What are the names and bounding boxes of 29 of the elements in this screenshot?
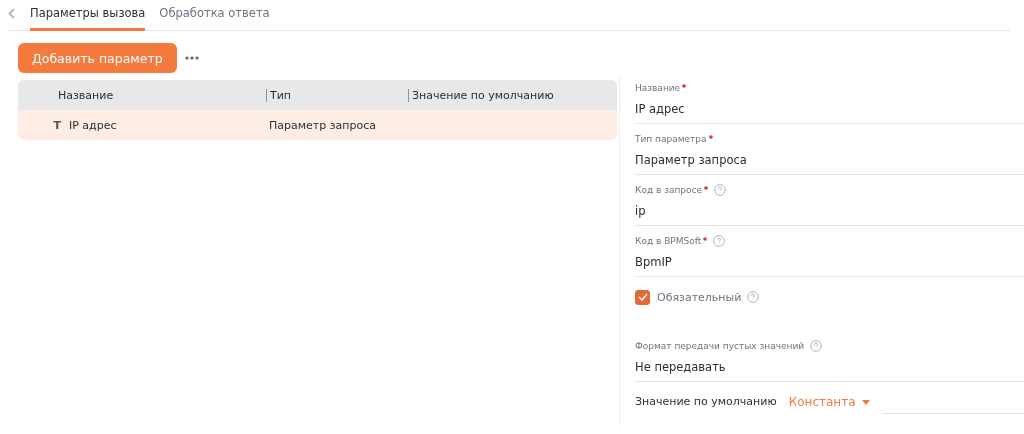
field-label: Формат передачи пустых значений — [635, 341, 805, 351]
column-header: Название — [57, 88, 115, 102]
column-header: Тип — [266, 88, 408, 102]
column-header: Значение по умолчанию — [408, 88, 554, 102]
back-icon[interactable] — [8, 8, 15, 19]
field-label: Название — [635, 83, 681, 93]
input-field[interactable]: IP адрес — [635, 95, 1024, 124]
input-field[interactable]: Не передавать — [635, 353, 1024, 382]
help-icon[interactable] — [713, 235, 726, 247]
help-icon[interactable] — [810, 340, 823, 352]
field-label: Значение по умолчанию — [635, 395, 777, 410]
help-icon[interactable] — [747, 291, 760, 303]
type-icon: T — [18, 118, 69, 132]
checkbox-label: Обязательный — [657, 290, 742, 304]
table-row[interactable]: T IP адрес Параметр запроса — [18, 110, 617, 140]
tab[interactable]: Параметры вызова — [30, 6, 146, 31]
more-icon[interactable] — [184, 56, 199, 60]
checkbox[interactable] — [635, 289, 650, 305]
input-field[interactable]: Параметр запроса — [635, 146, 1024, 175]
field-label: Код в запросе — [635, 185, 703, 195]
help-icon[interactable] — [714, 184, 727, 196]
input-field[interactable]: ip — [635, 197, 1024, 226]
field-label: Код в BPMSoft — [635, 236, 702, 246]
tab[interactable]: Обработка ответа — [159, 6, 270, 31]
caret-icon — [861, 399, 870, 405]
input-field[interactable]: BpmIP — [635, 248, 1024, 277]
table-cell-text: IP адрес — [69, 118, 118, 132]
table-cell: Параметр запроса — [269, 118, 376, 132]
field-label: Тип параметра — [635, 134, 707, 144]
